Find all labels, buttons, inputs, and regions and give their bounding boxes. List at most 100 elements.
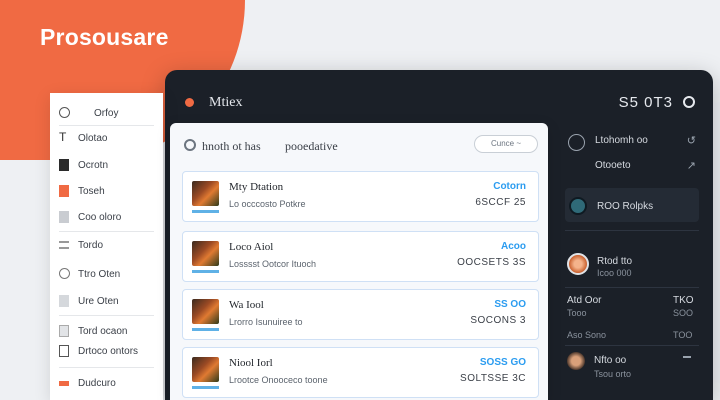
thumbnail-image	[192, 299, 219, 324]
divider	[565, 230, 699, 231]
right-panel-item-label: Otooeto	[595, 160, 631, 171]
layers-icon	[59, 295, 69, 307]
document-icon	[59, 159, 69, 171]
item-detail: Lo occcosto Potkre	[229, 199, 306, 209]
filter-dropdown[interactable]: Cunce ~	[474, 135, 538, 153]
external-link-icon[interactable]: ↗	[687, 159, 696, 172]
item-detail: Lrootce Onooceco toone	[229, 375, 328, 385]
item-name: Loco Aiol	[229, 241, 274, 253]
sidebar-item[interactable]: Drtoco ontors	[50, 341, 163, 363]
sidebar-item[interactable]: Coo oloro	[50, 207, 163, 229]
thumbnail-bar	[192, 328, 219, 331]
gauge-icon	[59, 268, 70, 279]
stat-label: Aso Sono	[567, 330, 607, 340]
globe-icon	[569, 197, 587, 215]
stat-value: TOO	[673, 330, 693, 340]
divider	[59, 315, 154, 316]
sidebar-item-label: Drtoco ontors	[78, 346, 139, 357]
divider	[59, 367, 154, 368]
window-titlebar: Mtiex S5 0T3	[165, 70, 713, 128]
item-name: Wa Iool	[229, 299, 264, 311]
smile-icon	[59, 107, 70, 118]
panel-title: hnoth ot has	[202, 139, 261, 153]
sidebar-item-label: Orfoy	[94, 108, 119, 119]
orange-square-icon	[59, 185, 69, 197]
sidebar-item[interactable]: T Olotao	[50, 128, 163, 150]
sidebar-item-label: Dudcuro	[78, 378, 116, 389]
thumbnail-image	[192, 181, 219, 206]
list-item[interactable]: Mty Dtation Lo occcosto Potkre Cotorn 6S…	[182, 171, 539, 222]
sidebar: Orfoy T Olotao Ocrotn Toseh Coo oloro To…	[50, 93, 163, 400]
sidebar-item[interactable]: Tordo	[50, 235, 163, 257]
stat-value: TKO	[673, 295, 694, 306]
divider	[59, 125, 154, 126]
item-detail: Lrorro Isunuiree to	[229, 317, 303, 327]
stat-label: Atd Oor	[567, 295, 602, 306]
sidebar-item[interactable]: Toseh	[50, 181, 163, 203]
stat-value: SOO	[673, 308, 694, 318]
contact-name: Rtod tto	[597, 256, 633, 267]
item-link[interactable]: SOSS GO	[480, 357, 526, 368]
list-panel: hnoth ot has pooedative Cunce ~ Mty Dtat…	[170, 123, 548, 400]
highlight-label: ROO Rolpks	[597, 201, 654, 212]
item-amount: SOLTSSE 3C	[460, 373, 526, 384]
divider	[59, 231, 154, 232]
contact-detail: Icoo 000	[597, 268, 632, 278]
list-item[interactable]: Niool Iorl Lrootce Onooceco toone SOSS G…	[182, 347, 539, 398]
list-item[interactable]: Loco Aiol Losssst Ootcor Ituoch Acoo OOC…	[182, 231, 539, 282]
sidebar-item[interactable]: Dudcuro	[50, 373, 163, 395]
sidebar-item[interactable]: Ure Oten	[50, 291, 163, 313]
list-item[interactable]: Wa Iool Lrorro Isunuiree to SS OO SOCONS…	[182, 289, 539, 340]
panel-subtitle: pooedative	[285, 139, 338, 153]
item-name: Mty Dtation	[229, 181, 284, 193]
list-icon	[59, 241, 69, 249]
sidebar-item[interactable]: Orfoy	[50, 103, 163, 125]
sidebar-item-label: Olotao	[78, 133, 108, 144]
item-amount: 6SCCF 25	[475, 197, 526, 208]
brand-logo-text: Prosousare	[40, 24, 169, 50]
minus-icon[interactable]	[683, 356, 691, 358]
contact-avatar[interactable]	[567, 253, 589, 275]
user-name: Nfto oo	[594, 355, 627, 366]
link-icon	[568, 159, 585, 176]
thumbnail-bar	[192, 386, 219, 389]
sidebar-item-label: Coo oloro	[78, 212, 122, 223]
divider	[565, 345, 699, 346]
thumbnail-bar	[192, 270, 219, 273]
thumbnail-bar	[192, 210, 219, 213]
thumbnail-image	[192, 357, 219, 382]
item-name: Niool Iorl	[229, 357, 273, 369]
right-panel-item-label: Ltohomh oo	[595, 135, 648, 146]
window-status-text: S5 0T3	[618, 94, 673, 111]
user-avatar[interactable]	[567, 352, 585, 370]
sidebar-item[interactable]: Ocrotn	[50, 155, 163, 177]
sidebar-item[interactable]: Tord ocaon	[50, 321, 163, 343]
stat-label: Tooo	[567, 308, 587, 318]
window-menu-icon[interactable]	[683, 96, 695, 108]
sidebar-item-label: Ttro Oten	[78, 269, 121, 280]
item-link[interactable]: SS OO	[494, 299, 526, 310]
record-dot-icon[interactable]	[185, 98, 194, 107]
highlight-card[interactable]: ROO Rolpks	[565, 188, 699, 222]
item-link[interactable]: Acoo	[501, 241, 526, 252]
grid-icon	[59, 211, 69, 223]
item-amount: OOCSETS 3S	[457, 257, 526, 268]
refresh-icon[interactable]: ↺	[687, 134, 696, 147]
folder-icon	[59, 325, 69, 337]
orange-bar-icon	[59, 381, 69, 386]
sidebar-item-label: Tordo	[78, 240, 104, 251]
right-panel-item[interactable]: Otooeto ↗	[565, 153, 700, 183]
sidebar-item-label: Toseh	[78, 186, 105, 197]
monitor-icon	[59, 345, 69, 357]
sidebar-item-label: Ocrotn	[78, 160, 109, 171]
user-detail: Tsou orto	[594, 369, 632, 379]
item-amount: SOCONS 3	[470, 315, 526, 326]
window-title: Mtiex	[209, 95, 243, 110]
sidebar-item[interactable]: Ttro Oten	[50, 264, 163, 286]
clock-icon	[568, 134, 585, 151]
item-detail: Losssst Ootcor Ituoch	[229, 259, 317, 269]
divider	[565, 287, 699, 288]
search-icon[interactable]	[184, 139, 196, 151]
text-icon: T	[59, 130, 67, 144]
item-link[interactable]: Cotorn	[493, 181, 526, 192]
